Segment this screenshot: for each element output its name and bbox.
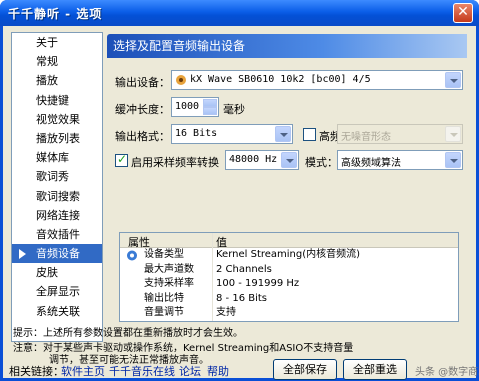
property-value: 100 - 191999 Hz xyxy=(216,278,300,290)
sidebar-item[interactable]: 关于 xyxy=(12,33,102,52)
spin-up-icon[interactable] xyxy=(203,99,217,107)
mode-label: 模式： xyxy=(305,156,338,169)
window-title: 千千静听 - 选项 xyxy=(8,7,103,21)
chevron-down-icon[interactable] xyxy=(445,72,461,88)
resample-value: 48000 Hz xyxy=(229,154,278,165)
sidebar-item-label: 关于 xyxy=(36,36,58,49)
link-forum[interactable]: 论坛 xyxy=(179,363,201,379)
sidebar-item-label: 音频设备 xyxy=(36,247,80,261)
format-value: 16 Bits xyxy=(175,128,218,139)
dither-value: 无噪音形态 xyxy=(341,132,391,143)
property-key: 支持采样率 xyxy=(144,278,194,290)
device-properties-table: 属性 值 设备类型 Kernel Streaming(内核音频流) 最大声道数 2 C… xyxy=(119,232,459,322)
sidebar-item-label: 网络连接 xyxy=(36,208,80,222)
dither-checkbox[interactable] xyxy=(303,128,316,141)
arrow-right-icon xyxy=(19,249,26,260)
sidebar-item[interactable]: 系统关联 xyxy=(12,302,102,321)
client-area: 关于常规播放快捷键视觉效果播放列表媒体库歌词秀歌词搜索网络连接音效插件音频设备皮… xyxy=(3,26,479,380)
property-value: 支持 xyxy=(216,307,236,319)
buffer-label: 缓冲长度： xyxy=(115,103,170,116)
sidebar-item[interactable]: 音频设备 xyxy=(12,244,102,264)
title-bar[interactable]: 千千静听 - 选项 ✕ xyxy=(0,0,479,26)
sidebar-item-label: 视觉效果 xyxy=(36,112,80,126)
audio-device-panel: 选择及配置音频输出设备 输出设备： kX Wave SB0610 10k2 [b… xyxy=(107,34,467,340)
sidebar-item[interactable]: 播放列表 xyxy=(12,129,102,148)
reset-all-button[interactable]: 全部重选 xyxy=(343,359,407,380)
resample-checkbox[interactable] xyxy=(115,152,128,167)
property-key: 设备类型 xyxy=(144,249,184,260)
sidebar-item[interactable]: 歌词搜索 xyxy=(12,187,102,206)
format-label: 输出格式： xyxy=(115,130,170,143)
resample-select[interactable]: 48000 Hz xyxy=(225,150,299,170)
sidebar-item[interactable]: 媒体库 xyxy=(12,148,102,167)
spin-down-icon[interactable] xyxy=(203,107,217,115)
sidebar-item[interactable]: 常规 xyxy=(12,52,102,71)
chevron-down-icon[interactable] xyxy=(275,126,291,142)
table-header: 属性 值 xyxy=(120,233,458,249)
buffer-spinner[interactable]: 1000 xyxy=(171,97,219,117)
sidebar-item[interactable]: 音效插件 xyxy=(12,225,102,244)
device-icon xyxy=(127,250,137,261)
options-window: 千千静听 - 选项 ✕ 关于常规播放快捷键视觉效果播放列表媒体库歌词秀歌词搜索网… xyxy=(0,0,479,381)
sidebar-item-label: 播放列表 xyxy=(36,131,80,145)
sidebar-item-label: 系统关联 xyxy=(36,304,80,318)
watermark: 头条 @数字商城 xyxy=(415,367,479,378)
sidebar-item[interactable]: 全屏显示 xyxy=(12,282,102,301)
dither-select[interactable]: 无噪音形态 xyxy=(337,124,463,144)
mode-value: 高级频域算法 xyxy=(341,158,401,169)
table-row: 设备类型 Kernel Streaming(内核音频流) xyxy=(120,248,458,263)
output-device-value: kX Wave SB0610 10k2 [bc00] 4/5 xyxy=(190,74,371,85)
sidebar-item[interactable]: 视觉效果 xyxy=(12,110,102,129)
output-device-label: 输出设备： xyxy=(115,76,170,89)
panel-header: 选择及配置音频输出设备 xyxy=(107,34,467,58)
sidebar-item-label: 快捷键 xyxy=(36,93,69,107)
chevron-down-icon[interactable] xyxy=(281,152,297,168)
resample-label: 启用采样频率转换 xyxy=(131,156,219,169)
sidebar-item-label: 歌词秀 xyxy=(36,170,69,184)
table-row: 最大声道数 2 Channels xyxy=(120,263,458,278)
speaker-icon xyxy=(176,75,186,85)
related-links-label: 相关链接： xyxy=(9,365,64,378)
link-music-online[interactable]: 千千音乐在线 xyxy=(109,363,175,379)
close-button[interactable]: ✕ xyxy=(453,3,473,23)
chevron-down-icon[interactable] xyxy=(445,152,461,168)
save-all-button[interactable]: 全部保存 xyxy=(273,359,337,380)
property-value: Kernel Streaming(内核音频流) xyxy=(216,249,361,260)
sidebar-item-label: 歌词搜索 xyxy=(36,189,80,203)
sidebar-item-label: 常规 xyxy=(36,55,58,69)
table-row: 输出比特 8 - 16 Bits xyxy=(120,292,458,307)
sidebar-item[interactable]: 网络连接 xyxy=(12,206,102,225)
sidebar-item[interactable]: 皮肤 xyxy=(12,263,102,282)
sidebar-item-label: 全屏显示 xyxy=(36,285,80,299)
table-row: 支持采样率 100 - 191999 Hz xyxy=(120,277,458,292)
property-value: 2 Channels xyxy=(216,263,272,275)
sidebar-item[interactable]: 播放 xyxy=(12,71,102,90)
link-homepage[interactable]: 软件主页 xyxy=(61,363,105,379)
buffer-value: 1000 xyxy=(175,101,200,112)
buffer-unit: 毫秒 xyxy=(223,103,245,116)
format-select[interactable]: 16 Bits xyxy=(171,124,293,144)
sidebar-item[interactable]: 歌词秀 xyxy=(12,167,102,186)
property-key: 音量调节 xyxy=(144,307,184,319)
sidebar-item-label: 音效插件 xyxy=(36,227,80,241)
table-body: 设备类型 Kernel Streaming(内核音频流) 最大声道数 2 Channe… xyxy=(120,248,458,321)
sidebar-item-label: 媒体库 xyxy=(36,151,69,165)
table-row: 音量调节 支持 xyxy=(120,306,458,321)
property-value: 8 - 16 Bits xyxy=(216,292,268,304)
sidebar-item-label: 皮肤 xyxy=(36,266,58,280)
sidebar-item[interactable]: 快捷键 xyxy=(12,91,102,110)
sidebar: 关于常规播放快捷键视觉效果播放列表媒体库歌词秀歌词搜索网络连接音效插件音频设备皮… xyxy=(11,32,103,342)
sidebar-item-label: 播放 xyxy=(36,74,58,88)
output-device-select[interactable]: kX Wave SB0610 10k2 [bc00] 4/5 xyxy=(171,70,463,90)
property-key: 输出比特 xyxy=(144,292,184,304)
mode-select[interactable]: 高级频域算法 xyxy=(337,150,463,170)
column-divider xyxy=(212,233,213,321)
link-help[interactable]: 帮助 xyxy=(207,363,229,379)
hint-text: 提示：上述所有参数设置都在重新播放时才会生效。 xyxy=(13,328,243,339)
property-key: 最大声道数 xyxy=(144,263,194,275)
chevron-down-icon[interactable] xyxy=(445,126,461,142)
